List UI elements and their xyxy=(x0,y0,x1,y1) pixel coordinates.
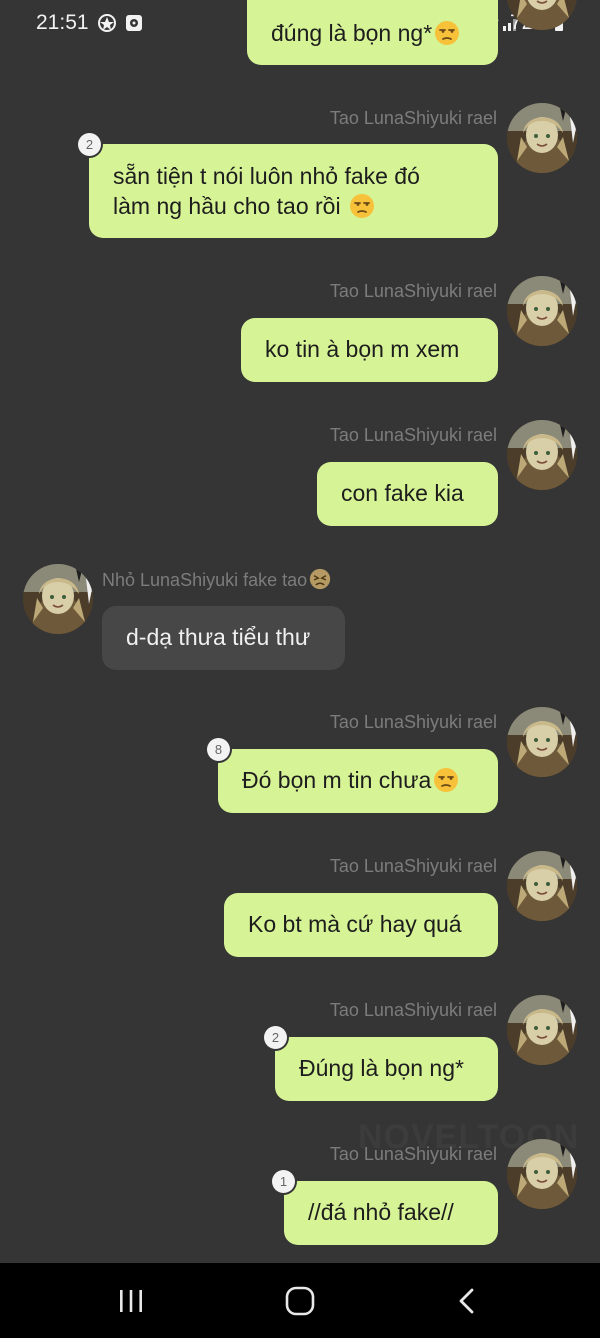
back-icon xyxy=(459,1288,474,1314)
sender-name: Tao LunaShiyuki rael xyxy=(329,281,497,301)
message-bubble[interactable]: đúng là bọn ng* xyxy=(247,0,498,65)
message-bubble[interactable]: d-dạ thưa tiểu thư xyxy=(102,606,345,670)
message-bubble[interactable]: Ko bt mà cứ hay quá xyxy=(224,893,498,957)
sender-name: Tao LunaShiyuki rael xyxy=(329,856,497,876)
message-text: Đúng là bọn ng* xyxy=(299,1055,464,1081)
unread-count-badge: 1 xyxy=(272,1170,295,1193)
message-bubble[interactable]: //đá nhỏ fake// xyxy=(284,1181,498,1245)
unread-count-badge: 2 xyxy=(78,133,101,156)
sender-name: Tao LunaShiyuki rael xyxy=(329,425,497,445)
sender-name: Tao LunaShiyuki rael xyxy=(329,712,497,732)
avatar[interactable] xyxy=(507,1139,577,1209)
notification-icon xyxy=(126,15,142,31)
sender-name: Tao LunaShiyuki rael xyxy=(329,1144,497,1164)
sender-name: Tao LunaShiyuki rael xyxy=(329,1000,497,1020)
message-text: đúng là bọn ng* xyxy=(271,20,433,46)
avatar[interactable] xyxy=(507,707,577,777)
message-bubble[interactable]: Đúng là bọn ng* xyxy=(275,1037,498,1101)
message-bubble[interactable]: sẵn tiện t nói luôn nhỏ fake đó làm ng h… xyxy=(89,144,498,238)
sender-name: Nhỏ LunaShiyuki fake tao xyxy=(102,568,331,591)
avatar[interactable] xyxy=(23,564,93,634)
unread-count-badge: 2 xyxy=(264,1026,287,1049)
message-bubble[interactable]: con fake kia xyxy=(317,462,498,526)
message-text: Đó bọn m tin chưa xyxy=(242,767,432,793)
message-bubble[interactable]: Đó bọn m tin chưa xyxy=(218,749,498,813)
message-text-line: sẵn tiện t nói luôn nhỏ fake đó xyxy=(113,163,420,189)
unread-count-badge: 8 xyxy=(207,738,230,761)
message-bubble[interactable]: ko tin à bọn m xem xyxy=(241,318,498,382)
system-navigation-bar xyxy=(0,1263,600,1338)
message-text: Ko bt mà cứ hay quá xyxy=(248,911,462,937)
home-button[interactable] xyxy=(278,1279,322,1323)
message-text: ko tin à bọn m xem xyxy=(265,336,460,362)
message-text: d-dạ thưa tiểu thư xyxy=(126,624,311,650)
avatar[interactable] xyxy=(507,103,577,173)
avatar[interactable] xyxy=(507,995,577,1065)
message-text: //đá nhỏ fake// xyxy=(308,1199,454,1225)
recents-button[interactable] xyxy=(109,1279,153,1323)
unamused-emoji-icon xyxy=(434,20,460,46)
home-icon xyxy=(285,1286,315,1316)
back-button[interactable] xyxy=(445,1279,489,1323)
persevering-emoji-icon xyxy=(309,568,331,590)
settings-icon xyxy=(98,14,116,32)
message-text: con fake kia xyxy=(341,480,464,506)
unamused-emoji-icon xyxy=(349,193,375,219)
status-time: 21:51 xyxy=(36,11,89,34)
avatar[interactable] xyxy=(507,276,577,346)
unamused-emoji-icon xyxy=(433,767,459,793)
sender-name: Tao LunaShiyuki rael xyxy=(329,108,497,128)
avatar[interactable] xyxy=(507,851,577,921)
message-text-line: làm ng hầu cho tao rồi xyxy=(113,193,341,219)
avatar[interactable] xyxy=(507,420,577,490)
recents-icon xyxy=(120,1290,142,1312)
